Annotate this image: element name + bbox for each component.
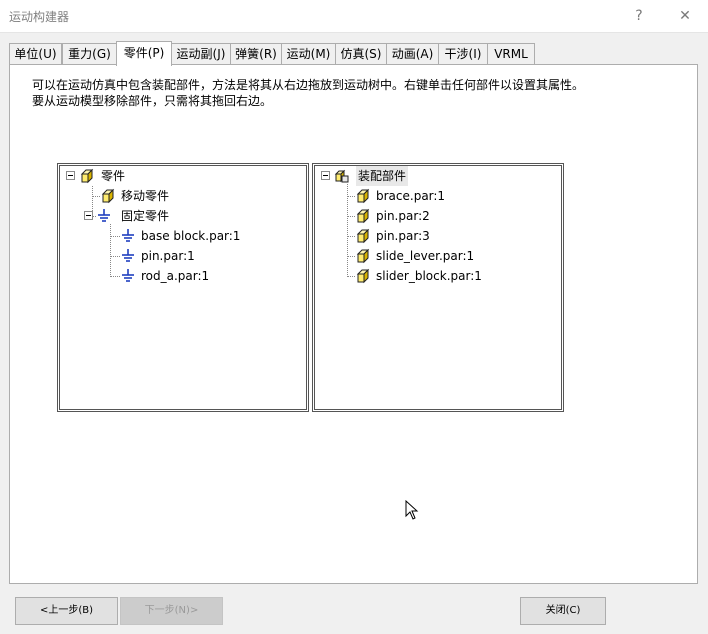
ground-icon [98,209,110,222]
part-cube-icon [356,268,370,284]
tab-animation[interactable]: 动画(A) [386,43,439,64]
assembly-tree[interactable]: 装配部件 brace.par:1 pin.par:2 pin.par:3 sli… [312,163,564,412]
tab-simulation[interactable]: 仿真(S) [335,43,387,64]
tree-node-assembly-root[interactable]: 装配部件 [321,166,561,186]
tab-gravity[interactable]: 重力(G) [62,43,117,64]
title-bar: 运动构建器 ? ✕ [0,0,708,33]
ground-icon [122,249,134,262]
next-step-button[interactable]: 下一步(N)> [120,597,223,625]
tree-label: pin.par:3 [376,229,430,243]
tab-motion[interactable]: 运动(M) [281,43,336,64]
tree-label: brace.par:1 [376,189,446,203]
tree-label: slide_lever.par:1 [376,249,475,263]
tab-interference[interactable]: 干涉(I) [438,43,488,64]
part-cube-icon [101,188,115,204]
collapse-minus-icon[interactable] [84,211,93,220]
part-cube-icon [356,228,370,244]
tree-label: pin.par:1 [141,249,195,263]
assembly-icon [334,169,349,183]
tab-parts[interactable]: 零件(P) [116,41,172,66]
tree-label: 装配部件 [356,166,409,186]
tree-label: slider_block.par:1 [376,269,482,283]
tab-joints[interactable]: 运动副(J) [171,43,231,64]
window-title: 运动构建器 [9,10,70,24]
tree-node-fixed-part[interactable]: rod_a.par:1 [120,266,300,286]
part-cube-icon [356,248,370,264]
tree-node-assembly-part[interactable]: pin.par:3 [355,226,555,246]
part-cube-icon [356,188,370,204]
motion-tree[interactable]: 零件 移动零件 固定零件 base block.par:1 pin.par:1 … [57,163,309,412]
tab-springs[interactable]: 弹簧(R) [230,43,282,64]
tree-node-assembly-part[interactable]: pin.par:2 [355,206,555,226]
collapse-minus-icon[interactable] [321,171,330,180]
prev-step-button[interactable]: <上一步(B) [15,597,118,625]
tree-node-fixed-part[interactable]: base block.par:1 [120,226,300,246]
tree-node-assembly-part[interactable]: brace.par:1 [355,186,555,206]
tab-units[interactable]: 单位(U) [9,43,62,64]
tree-node-fixed-part[interactable]: pin.par:1 [120,246,300,266]
tree-label: pin.par:2 [376,209,430,223]
tree-node-parts-root[interactable]: 零件 [66,166,306,186]
tree-label: 零件 [101,169,126,183]
mouse-cursor-icon [405,500,419,520]
tab-vrml[interactable]: VRML [487,43,535,64]
close-button[interactable]: 关闭(C) [520,597,606,625]
tree-node-assembly-part[interactable]: slider_block.par:1 [355,266,555,286]
tree-label: rod_a.par:1 [141,269,210,283]
ground-icon [122,269,134,282]
tree-node-moving-parts[interactable]: 移动零件 [100,186,300,206]
part-cube-icon [356,208,370,224]
collapse-minus-icon[interactable] [66,171,75,180]
close-window-button[interactable]: ✕ [662,0,708,32]
ground-icon [122,229,134,242]
description-line-2: 要从运动模型移除部件，只需将其拖回右边。 [32,94,273,108]
tree-label: base block.par:1 [141,229,241,243]
tree-label: 移动零件 [121,189,170,203]
description-line-1: 可以在运动仿真中包含装配部件，方法是将其从右边拖放到运动树中。右键单击任何部件以… [32,78,585,92]
parts-panel: 可以在运动仿真中包含装配部件，方法是将其从右边拖放到运动树中。右键单击任何部件以… [9,64,698,584]
tree-node-assembly-part[interactable]: slide_lever.par:1 [355,246,555,266]
tree-label: 固定零件 [121,209,170,223]
help-button[interactable]: ? [616,0,662,32]
part-cube-icon [80,168,94,184]
tree-node-fixed-parts[interactable]: 固定零件 [84,206,304,226]
